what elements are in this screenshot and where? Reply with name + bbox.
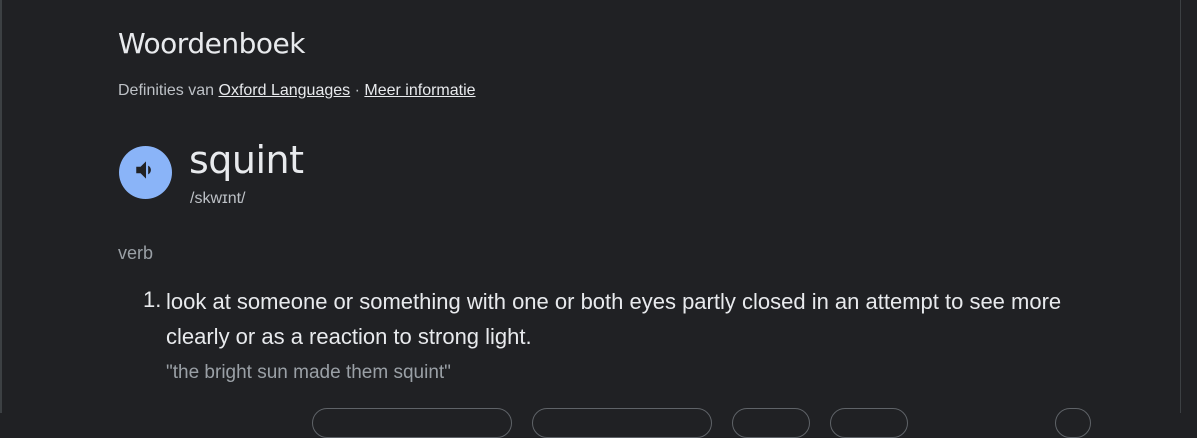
source-line: Definities van Oxford Languages · Meer i… xyxy=(118,82,476,100)
phonetic-transcription: /skwɪnt/ xyxy=(190,190,246,207)
headword: squint xyxy=(189,138,304,182)
source-separator: · xyxy=(354,82,360,99)
volume-icon xyxy=(133,157,159,188)
definition-text: look at someone or something with one or… xyxy=(166,289,1062,349)
source-prefix: Definities van xyxy=(118,82,215,99)
definition-number: 1. xyxy=(143,287,162,312)
part-of-speech: verb xyxy=(118,243,154,263)
more-info-link[interactable]: Meer informatie xyxy=(364,82,475,99)
oxford-languages-link[interactable]: Oxford Languages xyxy=(219,82,351,99)
dictionary-title: Woordenboek xyxy=(118,27,305,60)
definition-example: "the bright sun made them squint" xyxy=(166,362,451,383)
pronunciation-button[interactable] xyxy=(119,146,172,199)
synonym-chip-row xyxy=(0,405,1197,438)
window-edge xyxy=(0,0,2,413)
panel-divider xyxy=(1180,0,1181,413)
